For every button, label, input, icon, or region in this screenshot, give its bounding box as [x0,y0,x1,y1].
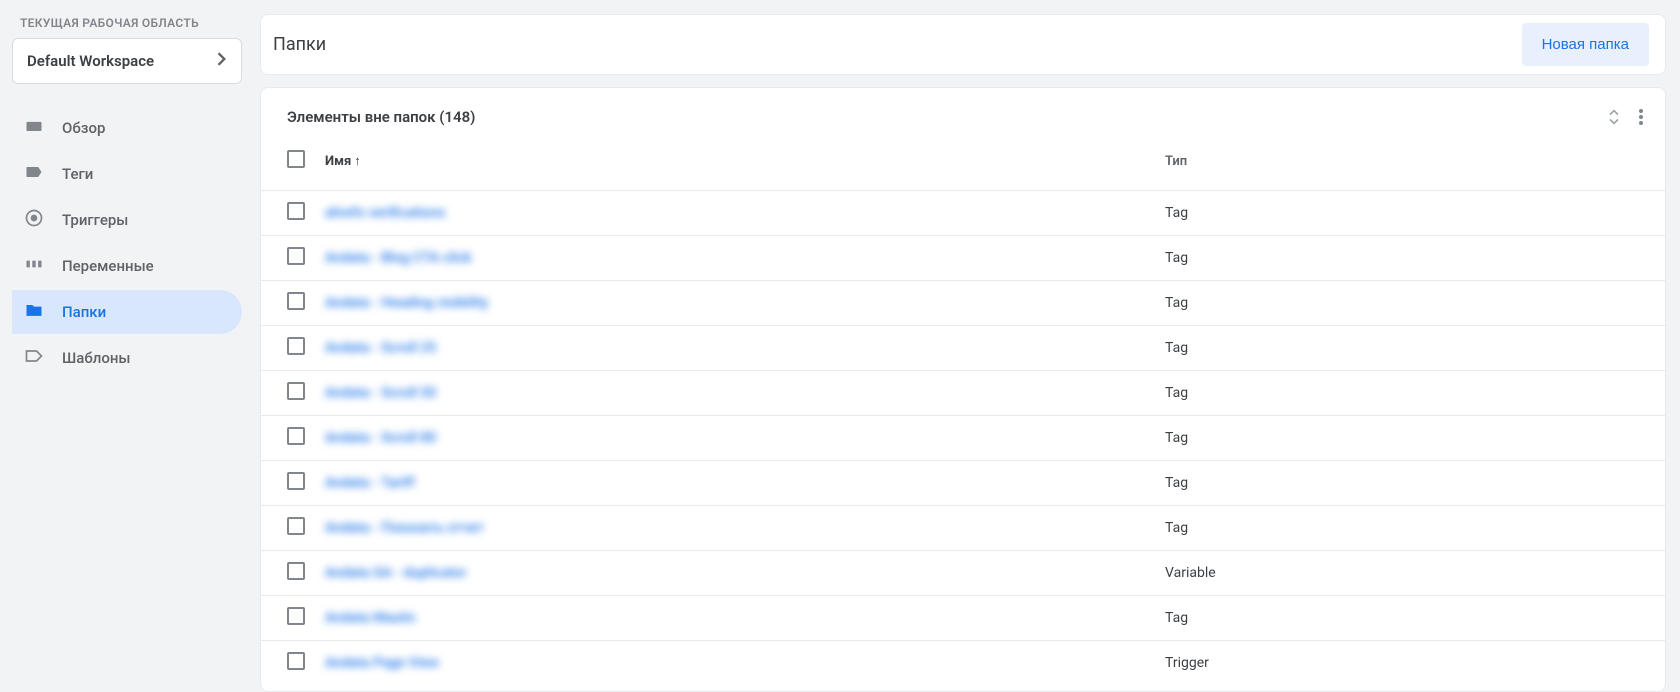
item-name-link[interactable]: Andata Mautic [325,610,416,626]
unfiled-items-card: Элементы вне папок (148) Имя↑ [260,87,1666,692]
item-type: Tag [1165,340,1188,356]
workspace-selector[interactable]: Default Workspace [12,38,242,84]
main-content: Папки Новая папка Элементы вне папок (14… [260,0,1680,692]
new-folder-button[interactable]: Новая папка [1522,23,1649,66]
nav-label: Триггеры [62,211,128,229]
nav-item-tags[interactable]: Теги [12,152,242,196]
item-type: Tag [1165,295,1188,311]
row-checkbox[interactable] [287,427,305,445]
sort-ascending-icon: ↑ [354,154,361,169]
table-row: Andata - Scroll 25 Tag [261,326,1665,371]
row-checkbox[interactable] [287,247,305,265]
tag-icon [24,162,44,186]
item-type: Tag [1165,250,1188,266]
sidebar: ТЕКУЩАЯ РАБОЧАЯ ОБЛАСТЬ Default Workspac… [0,0,260,692]
row-checkbox[interactable] [287,607,305,625]
item-type: Tag [1165,430,1188,446]
table-row: ahrefs verifications Tag [261,191,1665,236]
item-name-link[interactable]: Andata - Scroll 80 [325,430,436,446]
table-row: Andata - Показать отчет Tag [261,506,1665,551]
nav-item-triggers[interactable]: Триггеры [12,198,242,242]
table-row: Andata - Tariff Tag [261,461,1665,506]
item-name-link[interactable]: Andata - Scroll 50 [325,385,436,401]
dashboard-icon [24,116,44,140]
nav-item-folders[interactable]: Папки [12,290,242,334]
select-all-checkbox[interactable] [287,150,305,168]
item-type: Tag [1165,205,1188,221]
table-row: Andata - Heading visibility Tag [261,281,1665,326]
item-type: Tag [1165,520,1188,536]
item-name-link[interactable]: Andata - Blog CTA click [325,250,472,266]
table-row: Andata - Scroll 80 Tag [261,416,1665,461]
column-header-name[interactable]: Имя↑ [325,140,1165,191]
row-checkbox[interactable] [287,517,305,535]
table-row: Andata - Blog CTA click Tag [261,236,1665,281]
template-icon [24,346,44,370]
nav-list: Обзор Теги Триггеры Переменные [12,106,242,380]
item-type: Variable [1165,565,1216,581]
table-row: Andata Mautic Tag [261,596,1665,641]
table-row: Andata - Scroll 50 Tag [261,371,1665,416]
item-type: Tag [1165,475,1188,491]
item-name-link[interactable]: Andata - Scroll 25 [325,340,436,356]
item-type: Tag [1165,385,1188,401]
nav-item-templates[interactable]: Шаблоны [12,336,242,380]
item-type: Trigger [1165,655,1209,671]
table-row: Andata Page View Trigger [261,641,1665,686]
nav-label: Переменные [62,257,154,275]
folder-icon [24,300,44,324]
nav-label: Шаблоны [62,349,131,367]
workspace-name: Default Workspace [27,52,154,70]
trigger-icon [24,208,44,232]
page-title: Папки [273,34,326,55]
row-checkbox[interactable] [287,292,305,310]
row-checkbox[interactable] [287,382,305,400]
items-table: Имя↑ Тип ahrefs verificationsTagAndata -… [261,140,1665,685]
row-checkbox[interactable] [287,337,305,355]
nav-item-variables[interactable]: Переменные [12,244,242,288]
nav-label: Теги [62,165,93,183]
item-name-link[interactable]: Andata - Tariff [325,475,415,491]
column-header-type[interactable]: Тип [1165,140,1665,191]
row-checkbox[interactable] [287,472,305,490]
nav-label: Папки [62,303,106,321]
collapse-icon[interactable] [1607,109,1621,125]
variable-icon [24,254,44,278]
chevron-right-icon [217,52,227,70]
item-name-link[interactable]: Andata Page View [325,655,439,671]
item-name-link[interactable]: Andata - Heading visibility [325,295,488,311]
section-title: Элементы вне папок (148) [287,108,475,126]
table-row: Andata GA - duplicator Variable [261,551,1665,596]
row-checkbox[interactable] [287,202,305,220]
workspace-label: ТЕКУЩАЯ РАБОЧАЯ ОБЛАСТЬ [12,14,242,38]
nav-item-overview[interactable]: Обзор [12,106,242,150]
more-options-icon[interactable] [1639,109,1643,125]
item-name-link[interactable]: Andata - Показать отчет [325,520,484,536]
row-checkbox[interactable] [287,652,305,670]
item-name-link[interactable]: Andata GA - duplicator [325,565,467,581]
item-name-link[interactable]: ahrefs verifications [325,205,445,221]
nav-label: Обзор [62,119,105,137]
page-header-card: Папки Новая папка [260,14,1666,75]
row-checkbox[interactable] [287,562,305,580]
item-type: Tag [1165,610,1188,626]
